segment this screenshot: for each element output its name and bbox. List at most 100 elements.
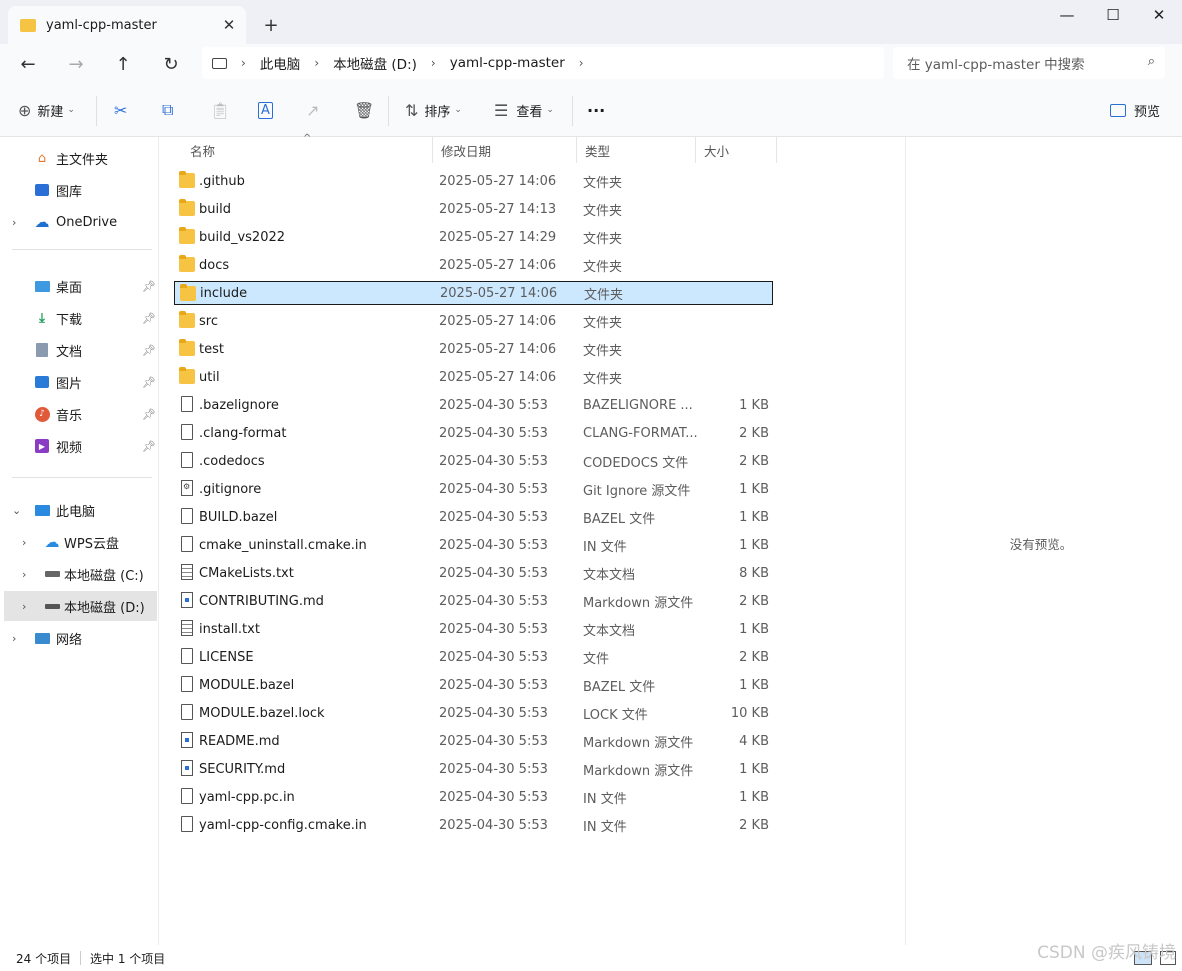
file-type: 文件夹 [583, 343, 623, 359]
up-button[interactable]: ↑ [107, 48, 139, 80]
file-row[interactable]: LICENSE 2025-04-30 5:53 文件 2 KB [174, 645, 774, 669]
file-row[interactable]: install.txt 2025-04-30 5:53 文本文档 1 KB [174, 617, 774, 641]
search-input[interactable]: 在 yaml-cpp-master 中搜索 ⌕ [893, 47, 1165, 79]
sort-button[interactable]: ⇅ 排序 ⌄ [405, 92, 462, 128]
close-window-button[interactable]: ✕ [1136, 0, 1182, 30]
column-header-date[interactable]: 修改日期 [433, 137, 577, 163]
new-tab-button[interactable]: + [258, 12, 284, 38]
file-row[interactable]: MODULE.bazel 2025-04-30 5:53 BAZEL 文件 1 KB [174, 673, 774, 697]
copy-button[interactable]: ⧉ [162, 92, 173, 128]
column-header-type[interactable]: 类型 [577, 137, 696, 163]
sidebar-item-music[interactable]: ♪ 音乐 📌︎ [0, 399, 159, 429]
breadcrumb-yaml-cpp-master[interactable]: yaml-cpp-master [450, 55, 565, 71]
file-name: yaml-cpp-config.cmake.in [199, 817, 367, 833]
file-size: 2 KB [739, 649, 769, 665]
minimize-button[interactable]: — [1044, 0, 1090, 30]
rename-button[interactable]: A [258, 92, 273, 128]
view-button[interactable]: ☰ 查看 ⌄ [494, 92, 554, 128]
column-header-size[interactable]: 大小 [696, 137, 777, 163]
file-row[interactable]: SECURITY.md 2025-04-30 5:53 Markdown 源文件 1 … [174, 757, 774, 781]
file-row[interactable]: util 2025-05-27 14:06 文件夹 [174, 365, 774, 389]
more-options-button[interactable]: ··· [587, 92, 605, 128]
file-row[interactable]: .clang-format 2025-04-30 5:53 CLANG-FORMAT… [174, 421, 774, 445]
file-size: 1 KB [739, 537, 769, 553]
file-row[interactable]: .gitignore 2025-04-30 5:53 Git Ignore 源文件 1… [174, 477, 774, 501]
sidebar-item-pictures[interactable]: 图片 📌︎ [0, 367, 159, 397]
onedrive-icon: ☁ [34, 213, 50, 231]
file-row[interactable]: MODULE.bazel.lock 2025-04-30 5:53 LOCK 文件 1… [174, 701, 774, 725]
file-row[interactable]: src 2025-05-27 14:06 文件夹 [174, 309, 774, 333]
file-row[interactable]: cmake_uninstall.cmake.in 2025-04-30 5:53 I… [174, 533, 774, 557]
file-row[interactable]: README.md 2025-04-30 5:53 Markdown 源文件 4 KB [174, 729, 774, 753]
music-icon: ♪ [34, 406, 50, 422]
cut-button[interactable]: ✂ [114, 92, 127, 128]
pictures-icon [34, 374, 50, 390]
new-button[interactable]: ⊕ 新建 ⌄ [18, 92, 75, 128]
sidebar-item-documents[interactable]: 文档 📌︎ [0, 335, 159, 365]
file-row[interactable]: .codedocs 2025-04-30 5:53 CODEDOCS 文件 2 KB [174, 449, 774, 473]
file-row[interactable]: yaml-cpp.pc.in 2025-04-30 5:53 IN 文件 1 KB [174, 785, 774, 809]
file-row[interactable]: CONTRIBUTING.md 2025-04-30 5:53 Markdown 源… [174, 589, 774, 613]
sidebar-item-onedrive[interactable]: › ☁ OneDrive [0, 207, 159, 237]
sidebar-item-label: 文档 [56, 344, 83, 360]
sidebar-item-label: 视频 [56, 440, 83, 456]
chevron-right-icon[interactable]: › [22, 536, 26, 549]
file-row[interactable]: build_vs2022 2025-05-27 14:29 文件夹 [174, 225, 774, 249]
file-row[interactable]: .bazelignore 2025-04-30 5:53 BAZELIGNORE .… [174, 393, 774, 417]
file-row[interactable]: BUILD.bazel 2025-04-30 5:53 BAZEL 文件 1 KB [174, 505, 774, 529]
sidebar-item-label: 桌面 [56, 280, 83, 296]
pin-icon[interactable]: 📌︎ [142, 408, 156, 421]
sidebar-item-network[interactable]: › 网络 [0, 623, 159, 653]
file-date: 2025-05-27 14:06 [439, 369, 557, 385]
sidebar-item-drive-d[interactable]: › 本地磁盘 (D:) [4, 591, 157, 621]
chevron-right-icon[interactable]: › [22, 600, 26, 613]
sidebar-item-label: 音乐 [56, 408, 83, 424]
column-header-name[interactable]: 名称 [182, 137, 433, 163]
file-type: 文件夹 [583, 203, 623, 219]
share-button[interactable]: ↗ [306, 92, 319, 128]
forward-button[interactable]: → [60, 48, 92, 80]
file-row[interactable]: CMakeLists.txt 2025-04-30 5:53 文本文档 8 KB [174, 561, 774, 585]
breadcrumb-this-pc[interactable]: 此电脑 [260, 53, 301, 73]
address-bar[interactable]: › 此电脑 › 本地磁盘 (D:) › yaml-cpp-master › [202, 47, 884, 79]
delete-button[interactable]: 🗑︎ [354, 92, 374, 128]
text-file-icon [181, 620, 193, 636]
pin-icon[interactable]: 📌︎ [142, 344, 156, 357]
close-tab-icon[interactable]: ✕ [218, 16, 240, 34]
sidebar-item-label: 下载 [56, 312, 83, 328]
chevron-right-icon[interactable]: › [12, 632, 16, 645]
chevron-down-icon[interactable]: ⌄ [12, 504, 21, 517]
sidebar-item-wps-cloud[interactable]: › ☁ WPS云盘 [0, 527, 159, 557]
maximize-button[interactable]: ☐ [1090, 0, 1136, 30]
file-row[interactable]: docs 2025-05-27 14:06 文件夹 [174, 253, 774, 277]
file-date: 2025-04-30 5:53 [439, 649, 548, 665]
file-name: docs [199, 257, 230, 273]
pin-icon[interactable]: 📌︎ [142, 280, 156, 293]
file-row[interactable]: .github 2025-05-27 14:06 文件夹 [174, 169, 774, 193]
refresh-button[interactable]: ↻ [155, 48, 187, 80]
file-date: 2025-04-30 5:53 [439, 677, 548, 693]
chevron-right-icon[interactable]: › [22, 568, 26, 581]
tab-yaml-cpp-master[interactable]: yaml-cpp-master ✕ [8, 6, 246, 44]
back-button[interactable]: ← [12, 48, 44, 80]
paste-button[interactable]: 📋︎ [210, 92, 230, 128]
preview-pane-button[interactable]: 预览 [1110, 92, 1160, 128]
breadcrumb-drive-d[interactable]: 本地磁盘 (D:) [333, 53, 417, 73]
pin-icon[interactable]: 📌︎ [142, 440, 156, 453]
chevron-right-icon[interactable]: › [12, 216, 16, 229]
file-row[interactable]: yaml-cpp-config.cmake.in 2025-04-30 5:53 I… [174, 813, 774, 837]
pin-icon[interactable]: 📌︎ [142, 376, 156, 389]
sidebar-item-gallery[interactable]: 图库 [0, 175, 159, 205]
file-row[interactable]: test 2025-05-27 14:06 文件夹 [174, 337, 774, 361]
pin-icon[interactable]: 📌︎ [142, 312, 156, 325]
sidebar-item-videos[interactable]: ▶ 视频 📌︎ [0, 431, 159, 461]
file-row[interactable]: include 2025-05-27 14:06 文件夹 [174, 281, 773, 305]
sidebar-item-home[interactable]: ⌂ 主文件夹 [0, 143, 159, 173]
sidebar-item-downloads[interactable]: ⤓ 下载 📌︎ [0, 303, 159, 333]
sidebar-item-drive-c[interactable]: › 本地磁盘 (C:) [0, 559, 159, 589]
sidebar-item-desktop[interactable]: 桌面 📌︎ [0, 271, 159, 301]
file-icon [181, 816, 193, 832]
file-row[interactable]: build 2025-05-27 14:13 文件夹 [174, 197, 774, 221]
file-type: Markdown 源文件 [583, 595, 694, 611]
sidebar-item-this-pc[interactable]: ⌄ 此电脑 [0, 495, 159, 525]
